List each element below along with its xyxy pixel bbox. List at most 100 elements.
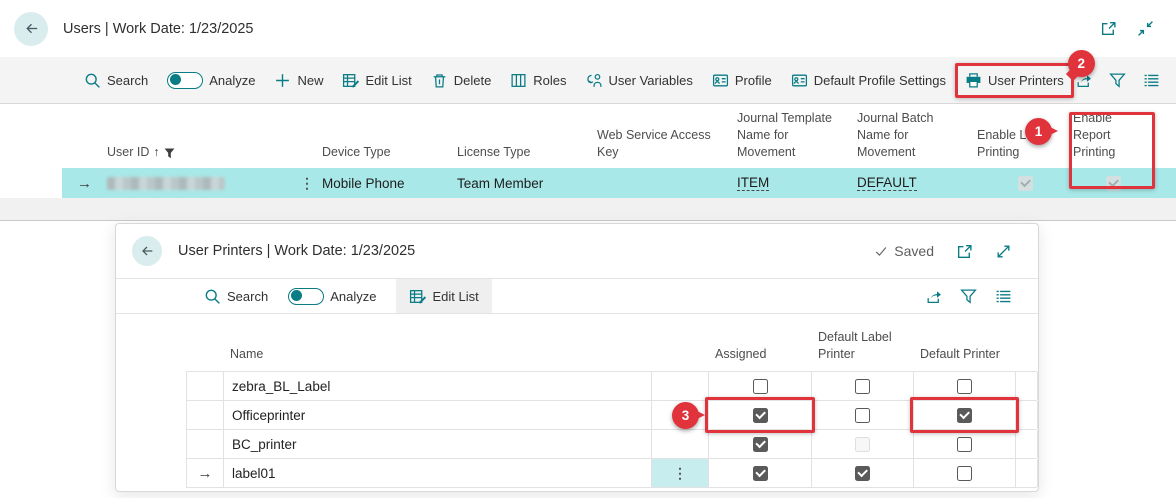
columns-icon [510, 72, 527, 89]
analyze-toggle[interactable]: Analyze [167, 72, 255, 89]
column-header-default-printer[interactable]: Default Printer [913, 346, 1015, 363]
default-printer-checkbox[interactable] [957, 408, 972, 423]
back-button[interactable] [14, 12, 48, 46]
license-type-cell[interactable]: Team Member [457, 168, 597, 198]
column-header-assigned[interactable]: Assigned [708, 346, 811, 363]
collapse-icon[interactable] [1137, 20, 1154, 37]
default-printer-checkbox[interactable] [957, 379, 972, 394]
default-label-printer-checkbox[interactable] [855, 379, 870, 394]
column-header-journal-batch[interactable]: Journal Batch Name for Movement [857, 110, 977, 161]
journal-template-cell[interactable]: ITEM [737, 168, 857, 198]
row-selector-cell[interactable] [187, 401, 224, 429]
user-variables-icon [586, 72, 603, 89]
table-row[interactable]: BC_printer [187, 430, 1037, 459]
dialog-back-button[interactable] [132, 236, 162, 266]
popout-icon[interactable] [956, 243, 973, 260]
table-row[interactable]: Officeprinter 3 [187, 401, 1037, 430]
selected-row-arrow-icon: → [77, 175, 92, 192]
column-header-default-label-printer[interactable]: Default Label Printer [811, 329, 913, 363]
web-service-access-key-cell[interactable] [597, 168, 737, 198]
profile-settings-card-icon [791, 72, 808, 89]
column-header-user-id[interactable]: User ID ↑ [107, 144, 292, 161]
users-action-bar: Search Analyze New Edit List Delete [0, 57, 1176, 104]
dialog-edit-list-button[interactable]: Edit List [396, 279, 491, 313]
trash-icon [431, 72, 448, 89]
user-id-redacted [107, 177, 225, 190]
row-selector-cell[interactable]: → [187, 459, 224, 487]
dialog-header: User Printers | Work Date: 1/23/2025 Sav… [116, 224, 1038, 278]
profile-card-icon [712, 72, 729, 89]
roles-button[interactable]: Roles [510, 72, 566, 89]
column-header-enable-report-printing[interactable]: Enable Report Printing 1 [1073, 110, 1154, 161]
profile-button[interactable]: Profile [712, 72, 772, 89]
default-printer-checkbox[interactable] [957, 466, 972, 481]
printer-name-cell[interactable]: zebra_BL_Label [224, 372, 652, 400]
more-options-icon[interactable] [995, 288, 1012, 305]
dialog-title: User Printers | Work Date: 1/23/2025 [178, 243, 415, 259]
user-printers-dialog: User Printers | Work Date: 1/23/2025 Sav… [115, 223, 1039, 492]
plus-icon [274, 72, 291, 89]
assigned-checkbox[interactable] [753, 437, 768, 452]
dialog-table-body: zebra_BL_Label Officeprinter 3 [186, 371, 1037, 488]
default-printer-checkbox[interactable] [957, 437, 972, 452]
annotation-badge-3: 3 [672, 402, 699, 429]
expand-icon[interactable] [995, 243, 1012, 260]
assigned-checkbox[interactable] [753, 408, 768, 423]
back-arrow-icon [23, 20, 40, 37]
users-page-header: Users | Work Date: 1/23/2025 [0, 0, 1176, 57]
edit-list-icon [342, 72, 359, 89]
default-label-printer-checkbox[interactable] [855, 408, 870, 423]
user-id-cell[interactable] [107, 168, 292, 198]
share-icon[interactable] [925, 288, 942, 305]
users-table-header: User ID ↑ Device Type License Type Web S… [62, 104, 1176, 168]
printer-name-cell[interactable]: label01 [224, 459, 652, 487]
search-icon [204, 288, 221, 305]
dialog-table-header: Name Assigned Default Label Printer Defa… [186, 314, 1038, 371]
edit-list-icon [409, 288, 426, 305]
delete-button[interactable]: Delete [431, 72, 492, 89]
column-header-device-type[interactable]: Device Type [322, 144, 457, 161]
search-button[interactable]: Search [84, 72, 148, 89]
column-header-name[interactable]: Name [223, 346, 651, 363]
row-selector-cell[interactable] [187, 430, 224, 458]
toggle-switch-icon [288, 288, 324, 305]
page-title: Users | Work Date: 1/23/2025 [63, 21, 253, 37]
default-label-printer-checkbox [855, 437, 870, 452]
device-type-cell[interactable]: Mobile Phone [322, 168, 457, 198]
row-ellipsis-icon[interactable]: ⋮ [300, 175, 314, 192]
users-table-row[interactable]: → ⋮ Mobile Phone Team Member ITEM DEFAUL… [62, 168, 1176, 198]
default-label-printer-checkbox[interactable] [855, 466, 870, 481]
assigned-checkbox[interactable] [753, 466, 768, 481]
table-row[interactable]: → label01 ⋮ [187, 459, 1037, 488]
list-footer-strip [0, 198, 1176, 221]
column-header-journal-template[interactable]: Journal Template Name for Movement [737, 110, 857, 161]
column-header-license-type[interactable]: License Type [457, 144, 597, 161]
row-selector-cell[interactable] [187, 372, 224, 400]
annotation-badge-2: 2 [1068, 50, 1095, 77]
column-filter-icon [164, 147, 175, 158]
filter-icon[interactable] [1109, 72, 1126, 89]
new-button[interactable]: New [274, 72, 323, 89]
table-row[interactable]: zebra_BL_Label [187, 372, 1037, 401]
printer-name-cell[interactable]: BC_printer [224, 430, 652, 458]
dialog-analyze-toggle[interactable]: Analyze [288, 288, 376, 305]
assigned-checkbox[interactable] [753, 379, 768, 394]
more-options-icon[interactable] [1143, 72, 1160, 89]
journal-batch-cell[interactable]: DEFAULT [857, 168, 977, 198]
column-header-web-service-access-key[interactable]: Web Service Access Key [597, 127, 737, 161]
selected-row-arrow-icon: → [198, 465, 213, 482]
check-icon [874, 244, 888, 258]
dialog-action-bar: Search Analyze Edit List [116, 278, 1038, 314]
printer-icon [965, 72, 982, 89]
sort-ascending-icon: ↑ [153, 144, 159, 161]
user-printers-button[interactable]: User Printers 2 [965, 72, 1064, 89]
user-variables-button[interactable]: User Variables [586, 72, 693, 89]
filter-icon[interactable] [960, 288, 977, 305]
popout-icon[interactable] [1100, 20, 1117, 37]
row-ellipsis-icon[interactable]: ⋮ [673, 465, 687, 482]
dialog-search-button[interactable]: Search [204, 288, 268, 305]
printer-name-cell[interactable]: Officeprinter [224, 401, 652, 429]
default-profile-settings-button[interactable]: Default Profile Settings [791, 72, 946, 89]
edit-list-button[interactable]: Edit List [342, 72, 411, 89]
toggle-switch-icon [167, 72, 203, 89]
